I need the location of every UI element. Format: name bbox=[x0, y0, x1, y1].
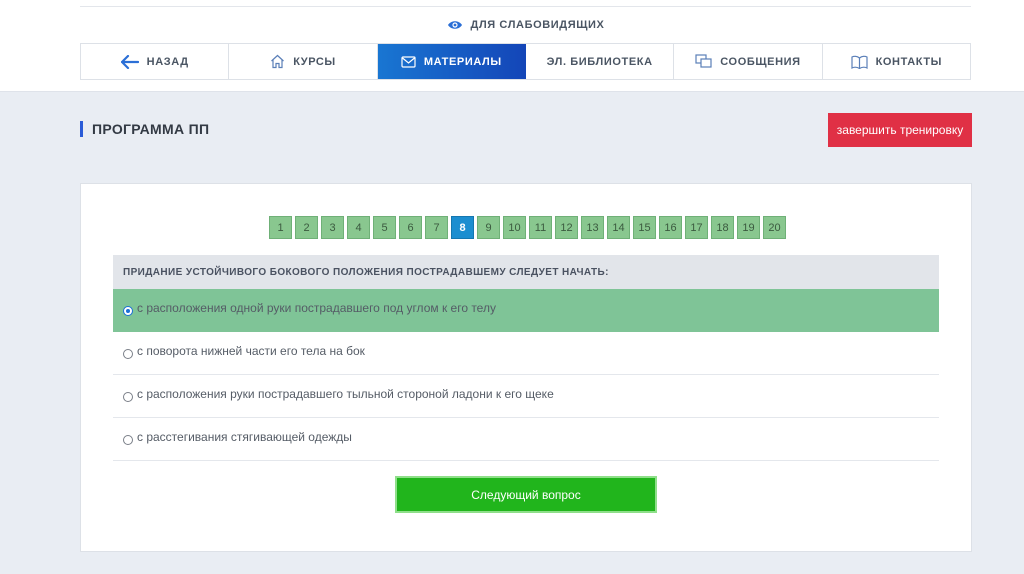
answer-option[interactable]: с расстегивания стягивающей одежды bbox=[113, 418, 939, 461]
home-icon bbox=[271, 54, 285, 69]
finish-training-button[interactable]: завершить тренировку bbox=[828, 113, 972, 147]
page-button[interactable]: 2 bbox=[295, 216, 318, 239]
nav-item-materials[interactable]: МАТЕРИАЛЫ bbox=[377, 44, 526, 79]
page-title: ПРОГРАММА ПП bbox=[80, 121, 209, 137]
answer-text: с расположения руки пострадавшего тыльно… bbox=[137, 387, 554, 401]
page-button[interactable]: 8 bbox=[451, 216, 474, 239]
question-pager: 1 2 3 4 5 6 7 8 9 10 11 12 13 14 15 16 17 18 19 20 bbox=[269, 216, 786, 239]
accessibility-link[interactable]: ДЛЯ СЛАБОВИДЯЩИХ bbox=[80, 6, 971, 43]
page-button[interactable]: 3 bbox=[321, 216, 344, 239]
nav-item-label: КОНТАКТЫ bbox=[875, 55, 943, 68]
radio-button[interactable] bbox=[123, 435, 133, 445]
next-question-button[interactable]: Следующий вопрос bbox=[395, 476, 657, 513]
page-button[interactable]: 18 bbox=[711, 216, 734, 239]
radio-button[interactable] bbox=[123, 349, 133, 359]
nav-item-contacts[interactable]: КОНТАКТЫ bbox=[823, 44, 971, 79]
nav-item-messages[interactable]: СООБЩЕНИЯ bbox=[674, 44, 823, 79]
main-nav: НАЗАД КУРСЫ МАТЕРИАЛЫ ЭЛ. БИБЛИОТЕКА СОО… bbox=[80, 43, 971, 80]
nav-item-label: НАЗАД bbox=[146, 55, 189, 68]
answer-text: с расположения одной руки пострадавшего … bbox=[137, 301, 496, 315]
nav-item-library[interactable]: ЭЛ. БИБЛИОТЕКА bbox=[526, 44, 675, 79]
page-button[interactable]: 13 bbox=[581, 216, 604, 239]
radio-button[interactable] bbox=[123, 306, 133, 316]
mail-icon bbox=[401, 55, 416, 68]
page-button[interactable]: 10 bbox=[503, 216, 526, 239]
page-button[interactable]: 16 bbox=[659, 216, 682, 239]
page-button[interactable]: 9 bbox=[477, 216, 500, 239]
page-button[interactable]: 19 bbox=[737, 216, 760, 239]
answer-text: с поворота нижней части его тела на бок bbox=[137, 344, 365, 358]
page-button[interactable]: 6 bbox=[399, 216, 422, 239]
top-header: ДЛЯ СЛАБОВИДЯЩИХ НАЗАД КУРСЫ МАТЕРИАЛЫ Э… bbox=[0, 0, 1024, 92]
page-button[interactable]: 12 bbox=[555, 216, 578, 239]
nav-item-label: СООБЩЕНИЯ bbox=[720, 55, 801, 68]
answer-option[interactable]: с расположения руки пострадавшего тыльно… bbox=[113, 375, 939, 418]
page-button[interactable]: 15 bbox=[633, 216, 656, 239]
nav-item-label: КУРСЫ bbox=[293, 55, 336, 68]
nav-item-label: МАТЕРИАЛЫ bbox=[423, 55, 502, 68]
nav-item-courses[interactable]: КУРСЫ bbox=[229, 44, 378, 79]
question-text: ПРИДАНИЕ УСТОЙЧИВОГО БОКОВОГО ПОЛОЖЕНИЯ … bbox=[113, 255, 939, 289]
answer-list: с расположения одной руки пострадавшего … bbox=[113, 289, 939, 461]
answer-text: с расстегивания стягивающей одежды bbox=[137, 430, 352, 444]
book-icon bbox=[850, 55, 868, 69]
page-button[interactable]: 1 bbox=[269, 216, 292, 239]
eye-icon bbox=[447, 21, 462, 29]
arrow-left-icon bbox=[120, 54, 139, 69]
accessibility-label: ДЛЯ СЛАБОВИДЯЩИХ bbox=[470, 19, 605, 31]
page-button[interactable]: 5 bbox=[373, 216, 396, 239]
page-button[interactable]: 20 bbox=[763, 216, 786, 239]
nav-item-back[interactable]: НАЗАД bbox=[81, 44, 230, 79]
page-button[interactable]: 14 bbox=[607, 216, 630, 239]
quiz-card: 1 2 3 4 5 6 7 8 9 10 11 12 13 14 15 16 17 18 19 20 ПРИДАНИЕ… bbox=[80, 183, 972, 552]
page-button[interactable]: 7 bbox=[425, 216, 448, 239]
answer-option[interactable]: с поворота нижней части его тела на бок bbox=[113, 332, 939, 375]
radio-button[interactable] bbox=[123, 392, 133, 402]
messages-icon bbox=[695, 54, 712, 68]
answer-option[interactable]: с расположения одной руки пострадавшего … bbox=[113, 289, 939, 332]
page-button[interactable]: 4 bbox=[347, 216, 370, 239]
page-button[interactable]: 11 bbox=[529, 216, 552, 239]
nav-item-label: ЭЛ. БИБЛИОТЕКА bbox=[546, 55, 653, 68]
page-button[interactable]: 17 bbox=[685, 216, 708, 239]
